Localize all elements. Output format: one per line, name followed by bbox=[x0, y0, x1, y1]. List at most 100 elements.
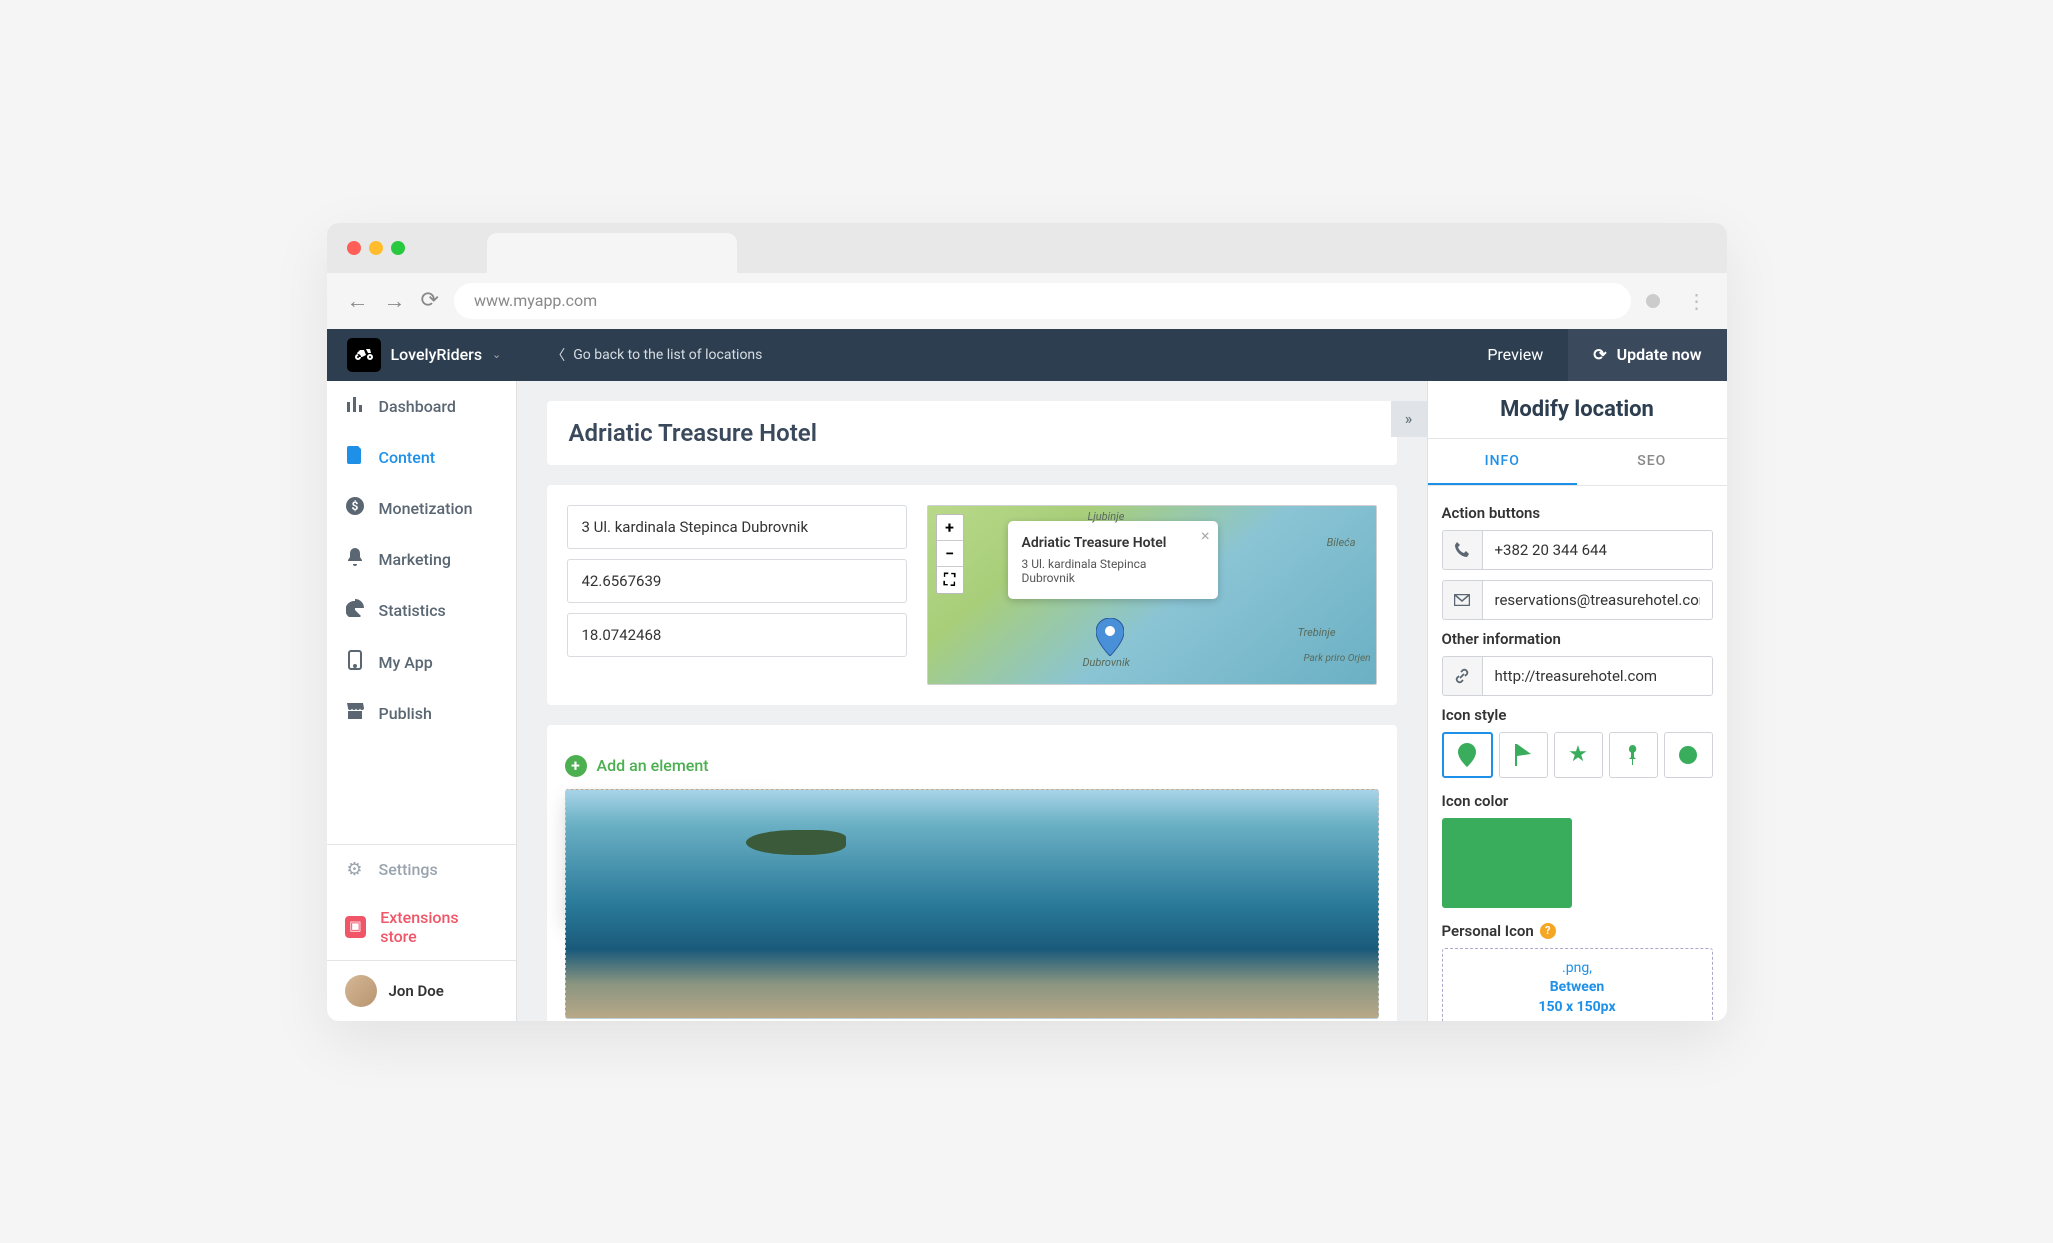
icon-style-pin[interactable] bbox=[1609, 732, 1658, 778]
email-field[interactable] bbox=[1482, 580, 1713, 620]
sidebar-item-publish[interactable]: Publish bbox=[327, 689, 516, 738]
back-link[interactable]: 〈 Go back to the list of locations bbox=[551, 345, 762, 365]
user-menu[interactable]: Jon Doe bbox=[327, 960, 516, 1021]
svg-text:$: $ bbox=[351, 499, 358, 513]
collapse-panel-button[interactable]: » bbox=[1391, 401, 1427, 437]
map-fullscreen-button[interactable]: ⛶ bbox=[937, 567, 963, 593]
section-personal-icon: Personal Icon ? bbox=[1442, 922, 1713, 940]
brand-name: LovelyRiders bbox=[391, 345, 483, 364]
map-zoom-in-button[interactable]: + bbox=[937, 515, 963, 541]
sidebar-item-monetization[interactable]: $ Monetization bbox=[327, 483, 516, 534]
main-content: » Adriatic Treasure Hotel + − ⛶ bbox=[517, 381, 1427, 1021]
icon-style-marker[interactable] bbox=[1442, 732, 1493, 778]
gear-icon: ⚙ bbox=[345, 859, 365, 880]
sidebar-item-label: Statistics bbox=[379, 601, 446, 620]
color-picker[interactable] bbox=[1442, 818, 1572, 908]
map-label: Ljubinje bbox=[1088, 510, 1125, 523]
map-popup: × Adriatic Treasure Hotel 3 Ul. kardinal… bbox=[1008, 521, 1218, 599]
upload-dropzone[interactable]: .png, Between 150 x 150px bbox=[1442, 948, 1713, 1021]
panel-title: Modify location bbox=[1444, 397, 1711, 422]
add-element-label: Add an element bbox=[597, 756, 709, 775]
sidebar-item-label: My App bbox=[379, 653, 433, 672]
photo-placeholder[interactable] bbox=[565, 789, 1379, 1019]
icon-style-circle[interactable] bbox=[1664, 732, 1713, 778]
map[interactable]: + − ⛶ × Adriatic Treasure Hotel 3 Ul. ka… bbox=[927, 505, 1377, 685]
mobile-icon bbox=[345, 650, 365, 675]
sidebar-item-my-app[interactable]: My App bbox=[327, 636, 516, 689]
panel-header: Modify location bbox=[1428, 381, 1727, 439]
sidebar-item-extensions[interactable]: ▣ Extensions store bbox=[327, 894, 516, 960]
sidebar-item-label: Extensions store bbox=[380, 908, 497, 946]
location-card: + − ⛶ × Adriatic Treasure Hotel 3 Ul. ka… bbox=[547, 485, 1397, 705]
map-pin-icon bbox=[1096, 618, 1124, 660]
add-element-button[interactable]: + Add an element bbox=[565, 755, 1379, 777]
sidebar-item-label: Monetization bbox=[379, 499, 473, 518]
browser-tab[interactable] bbox=[487, 233, 737, 273]
phone-icon bbox=[1442, 530, 1482, 570]
map-zoom-out-button[interactable]: − bbox=[937, 541, 963, 567]
sidebar-item-label: Settings bbox=[379, 860, 438, 879]
minimize-window-icon[interactable] bbox=[369, 241, 383, 255]
bar-chart-icon bbox=[345, 395, 365, 418]
website-field[interactable] bbox=[1482, 656, 1713, 696]
sidebar-item-settings[interactable]: ⚙ Settings bbox=[327, 845, 516, 894]
tab-info[interactable]: INFO bbox=[1428, 439, 1578, 485]
plus-icon: + bbox=[565, 755, 587, 777]
chevron-down-icon: ⌄ bbox=[492, 348, 501, 361]
section-action-buttons: Action buttons bbox=[1442, 504, 1713, 522]
browser-menu-icon[interactable]: ⋮ bbox=[1687, 289, 1707, 313]
close-icon[interactable]: × bbox=[1201, 526, 1210, 545]
section-other-info: Other information bbox=[1442, 630, 1713, 648]
phone-field[interactable] bbox=[1482, 530, 1713, 570]
link-icon bbox=[1442, 656, 1482, 696]
icon-style-flag[interactable] bbox=[1499, 732, 1548, 778]
app-header: LovelyRiders ⌄ 〈 Go back to the list of … bbox=[327, 329, 1727, 381]
bell-icon bbox=[345, 548, 365, 571]
browser-titlebar bbox=[327, 223, 1727, 273]
section-icon-style: Icon style bbox=[1442, 706, 1713, 724]
user-name: Jon Doe bbox=[389, 982, 444, 1000]
address-field[interactable] bbox=[567, 505, 907, 549]
sidebar-item-label: Publish bbox=[379, 704, 432, 723]
map-label: Trebinje bbox=[1298, 626, 1336, 639]
help-icon[interactable]: ? bbox=[1540, 923, 1556, 939]
preview-button[interactable]: Preview bbox=[1462, 345, 1568, 364]
app-switcher[interactable]: LovelyRiders ⌄ bbox=[327, 338, 522, 372]
tab-seo[interactable]: SEO bbox=[1577, 439, 1727, 485]
sidebar-item-label: Marketing bbox=[379, 550, 451, 569]
sidebar-item-content[interactable]: Content bbox=[327, 432, 516, 483]
sidebar: Dashboard Content $ Monetization Marketi… bbox=[327, 381, 517, 1021]
reload-icon[interactable]: ⟳ bbox=[421, 288, 439, 313]
icon-style-star[interactable]: ★ bbox=[1554, 732, 1603, 778]
popup-title: Adriatic Treasure Hotel bbox=[1022, 535, 1188, 551]
sidebar-item-dashboard[interactable]: Dashboard bbox=[327, 381, 516, 432]
map-label: Bileća bbox=[1327, 536, 1356, 549]
sidebar-item-statistics[interactable]: Statistics bbox=[327, 585, 516, 636]
extensions-icon: ▣ bbox=[345, 916, 367, 938]
forward-icon[interactable]: → bbox=[384, 288, 406, 314]
avatar bbox=[345, 975, 377, 1007]
latitude-field[interactable] bbox=[567, 559, 907, 603]
maximize-window-icon[interactable] bbox=[391, 241, 405, 255]
map-zoom-controls: + − ⛶ bbox=[936, 514, 964, 594]
update-now-button[interactable]: ⟳ Update now bbox=[1568, 329, 1726, 381]
back-link-label: Go back to the list of locations bbox=[573, 347, 762, 363]
refresh-icon: ⟳ bbox=[1593, 345, 1606, 364]
chevron-left-icon: 〈 bbox=[551, 345, 565, 365]
popup-address: 3 Ul. kardinala Stepinca Dubrovnik bbox=[1022, 557, 1188, 585]
url-text: www.myapp.com bbox=[474, 291, 597, 310]
pie-chart-icon bbox=[345, 599, 365, 622]
browser-toolbar: ← → ⟳ www.myapp.com ⋮ bbox=[327, 273, 1727, 329]
page-title: Adriatic Treasure Hotel bbox=[569, 419, 1375, 447]
close-window-icon[interactable] bbox=[347, 241, 361, 255]
title-card: Adriatic Treasure Hotel bbox=[547, 401, 1397, 465]
update-label: Update now bbox=[1617, 345, 1702, 364]
store-icon bbox=[345, 703, 365, 724]
back-icon[interactable]: ← bbox=[347, 288, 369, 314]
sidebar-item-marketing[interactable]: Marketing bbox=[327, 534, 516, 585]
profile-icon[interactable] bbox=[1646, 294, 1660, 308]
address-bar[interactable]: www.myapp.com bbox=[454, 283, 1631, 319]
sidebar-item-label: Dashboard bbox=[379, 397, 456, 416]
map-label: Dubrovnik bbox=[1083, 656, 1130, 669]
longitude-field[interactable] bbox=[567, 613, 907, 657]
